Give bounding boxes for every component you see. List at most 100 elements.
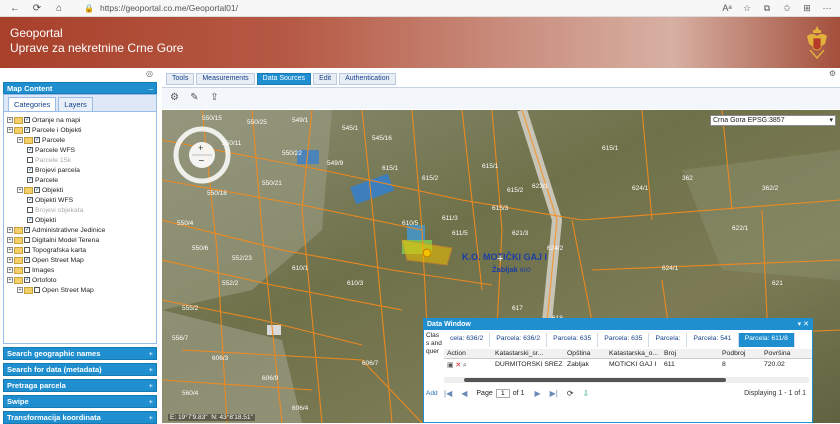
layer-checkbox[interactable]: [34, 137, 40, 143]
layer-checkbox[interactable]: [24, 117, 30, 123]
tree-item[interactable]: + Open Street Map: [7, 255, 156, 265]
layer-checkbox[interactable]: [24, 227, 30, 233]
tree-item[interactable]: Objekti: [7, 215, 156, 225]
expand-icon[interactable]: +: [7, 267, 13, 273]
accordion-search-geographic-names[interactable]: Search geographic names +: [3, 347, 157, 360]
next-page-icon[interactable]: ▶: [534, 389, 540, 398]
tab-parcel-result[interactable]: Parcela: 611/8: [738, 333, 795, 347]
layer-checkbox[interactable]: [24, 267, 30, 273]
tab-layers[interactable]: Layers: [58, 97, 93, 111]
window-controls[interactable]: ▾ ✕: [798, 319, 809, 330]
column-header[interactable]: Podbroj: [719, 350, 761, 357]
tree-item[interactable]: + Open Street Map: [7, 285, 156, 295]
tab-tools[interactable]: Tools: [166, 73, 195, 85]
map-content-header[interactable]: Map Content –: [3, 82, 157, 94]
layer-checkbox[interactable]: [24, 257, 30, 263]
tree-item[interactable]: + Parcele: [7, 135, 156, 145]
tree-item[interactable]: + Images: [7, 265, 156, 275]
search-icon[interactable]: ⌕: [463, 362, 467, 369]
tree-item[interactable]: Parcele: [7, 175, 156, 185]
tree-item[interactable]: + Digitalni Model Terena: [7, 235, 156, 245]
accordion-search-for-data-metadata-[interactable]: Search for data (metadata) +: [3, 363, 157, 376]
layer-checkbox[interactable]: [27, 147, 33, 153]
horizontal-scrollbar[interactable]: [444, 377, 809, 383]
tab-parcel-result[interactable]: Parcela: 635: [547, 333, 599, 347]
delete-icon[interactable]: ✕: [455, 362, 461, 369]
layer-checkbox[interactable]: [27, 217, 33, 223]
layer-checkbox[interactable]: [34, 287, 40, 293]
collapse-icon[interactable]: –: [149, 84, 153, 93]
column-header[interactable]: Katastarski_sr...: [492, 350, 564, 357]
back-arrow-icon[interactable]: ←: [8, 1, 22, 15]
tab-authentication[interactable]: Authentication: [339, 73, 396, 85]
last-page-icon[interactable]: ▶|: [550, 389, 558, 398]
more-menu-icon[interactable]: ⋯: [820, 3, 834, 14]
tab-parcel-result[interactable]: Parcela: 636/2: [490, 333, 548, 347]
expand-icon[interactable]: +: [7, 227, 13, 233]
accordion-pretraga-parcela[interactable]: Pretraga parcela +: [3, 379, 157, 392]
favorite-star-icon[interactable]: ☆: [740, 3, 754, 14]
layer-checkbox[interactable]: [24, 247, 30, 253]
expand-icon[interactable]: +: [7, 117, 13, 123]
expand-icon[interactable]: +: [149, 349, 153, 358]
crs-select[interactable]: Crna Gora EPSG:3857 ▾: [710, 115, 836, 126]
tree-item[interactable]: Objekti WFS: [7, 195, 156, 205]
add-wfs-icon[interactable]: ✎: [188, 92, 201, 105]
layer-checkbox[interactable]: [27, 207, 33, 213]
tab-parcel-result[interactable]: cela: 636/2: [444, 333, 491, 347]
accordion-swipe[interactable]: Swipe +: [3, 395, 157, 408]
layer-checkbox[interactable]: [24, 237, 30, 243]
tree-item[interactable]: + Topografska karta: [7, 245, 156, 255]
tree-item[interactable]: + Ortanje na mapi: [7, 115, 156, 125]
data-window-header[interactable]: Data Window ▾ ✕: [424, 319, 812, 330]
first-page-icon[interactable]: |◀: [444, 389, 452, 398]
tree-item[interactable]: Brojevi objekata: [7, 205, 156, 215]
export-icon[interactable]: ⇩: [583, 389, 590, 398]
expand-icon[interactable]: +: [7, 247, 13, 253]
layer-checkbox[interactable]: [24, 127, 30, 133]
split-screen-icon[interactable]: ⧉: [760, 3, 774, 14]
tree-item[interactable]: + Objekti: [7, 185, 156, 195]
tree-item[interactable]: + Administrativne Jedinice: [7, 225, 156, 235]
tree-item[interactable]: Parcele 15k: [7, 155, 156, 165]
expand-icon[interactable]: +: [17, 187, 23, 193]
column-header[interactable]: Action: [444, 350, 492, 357]
panel-options-icon[interactable]: ◎: [146, 69, 153, 78]
address-bar[interactable]: 🔒 https://geoportal.co.me/Geoportal01/: [84, 2, 654, 15]
expand-icon[interactable]: +: [149, 381, 153, 390]
expand-icon[interactable]: +: [149, 413, 153, 422]
tree-item[interactable]: Parcele WFS: [7, 145, 156, 155]
layer-checkbox[interactable]: [27, 167, 33, 173]
layer-checkbox[interactable]: [34, 187, 40, 193]
expand-icon[interactable]: +: [7, 277, 13, 283]
accordion-transformacija-koordinata[interactable]: Transformacija koordinata +: [3, 411, 157, 424]
expand-icon[interactable]: +: [17, 287, 23, 293]
zoom-to-icon[interactable]: ▣: [447, 362, 453, 369]
tab-measurements[interactable]: Measurements: [196, 73, 255, 85]
page-input[interactable]: [495, 388, 510, 398]
tab-data-sources[interactable]: Data Sources: [256, 73, 312, 85]
expand-icon[interactable]: +: [7, 127, 13, 133]
tab-parcel-result[interactable]: Parcela: 635: [598, 333, 650, 347]
column-header[interactable]: Katastarska_o...: [606, 350, 661, 357]
table-row[interactable]: ▣ ✕ ⌕ DURMITORSKI SREZ Žabljak MOTIČKI G…: [444, 359, 812, 375]
home-icon[interactable]: ⌂: [52, 1, 66, 15]
tab-parcel-result[interactable]: Parcela:: [649, 333, 688, 347]
layer-checkbox[interactable]: [24, 277, 30, 283]
tab-parcel-result[interactable]: Parcela: 541: [687, 333, 739, 347]
column-header[interactable]: Opština: [564, 350, 606, 357]
add-link[interactable]: Add: [426, 390, 438, 398]
tab-categories[interactable]: Categories: [8, 97, 57, 111]
layer-checkbox[interactable]: [27, 157, 33, 163]
collections-icon[interactable]: ⊞: [800, 3, 814, 14]
add-wms-icon[interactable]: ⚙: [168, 92, 181, 105]
expand-icon[interactable]: +: [149, 397, 153, 406]
column-header[interactable]: Površina: [761, 350, 812, 357]
refresh-icon[interactable]: ⟳: [567, 389, 574, 398]
layer-checkbox[interactable]: [27, 177, 33, 183]
expand-icon[interactable]: +: [7, 257, 13, 263]
tree-item[interactable]: + Ortofoto: [7, 275, 156, 285]
read-aloud-icon[interactable]: Aᵃ: [720, 3, 734, 14]
column-header[interactable]: Broj: [661, 350, 719, 357]
refresh-icon[interactable]: ⟳: [30, 1, 44, 15]
